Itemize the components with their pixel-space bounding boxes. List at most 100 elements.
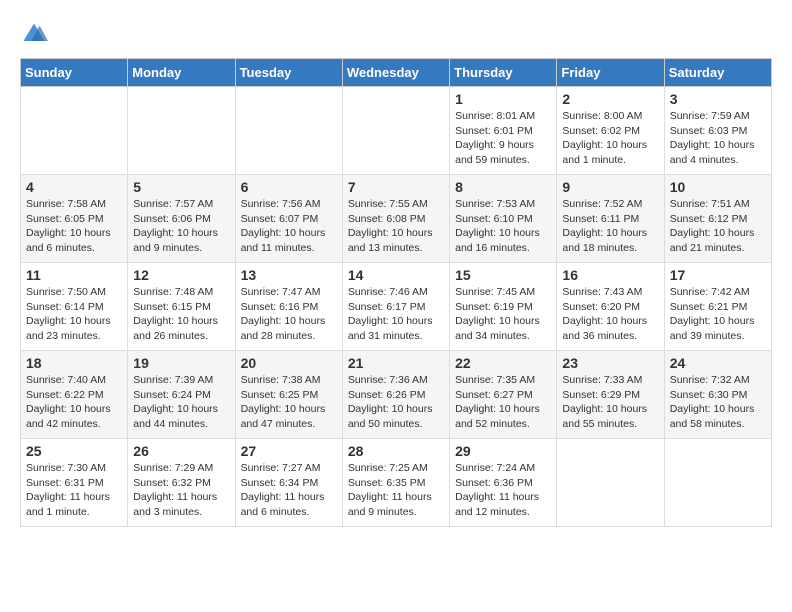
calendar-cell: 24Sunrise: 7:32 AM Sunset: 6:30 PM Dayli… [664,351,771,439]
calendar-cell: 11 Sunrise: 7:50 AM Sunset: 6:14 PM Dayli… [21,263,128,351]
calendar-cell: 22 Sunrise: 7:35 AM Sunset: 6:27 PM Dayli… [450,351,557,439]
calendar-cell: 21 Sunrise: 7:36 AM Sunset: 6:26 PM Dayli… [342,351,449,439]
day-info: Sunrise: 7:57 AM Sunset: 6:06 PM Dayligh… [133,197,229,256]
day-info: Sunrise: 7:58 AM Sunset: 6:05 PM Dayligh… [26,197,122,256]
day-number: 23 [562,355,658,371]
day-info: Sunrise: 7:47 AM Sunset: 6:16 PM Dayligh… [241,285,337,344]
day-info: Sunrise: 7:24 AM Sunset: 6:36 PM Dayligh… [455,461,551,520]
calendar-cell [342,87,449,175]
calendar-cell: 13 Sunrise: 7:47 AM Sunset: 6:16 PM Dayli… [235,263,342,351]
day-info: Sunrise: 7:30 AM Sunset: 6:31 PM Dayligh… [26,461,122,520]
day-info: Sunrise: 7:25 AM Sunset: 6:35 PM Dayligh… [348,461,444,520]
day-number: 28 [348,443,444,459]
day-info: Sunrise: 7:55 AM Sunset: 6:08 PM Dayligh… [348,197,444,256]
calendar-cell: 29 Sunrise: 7:24 AM Sunset: 6:36 PM Dayli… [450,439,557,527]
calendar-cell: 12 Sunrise: 7:48 AM Sunset: 6:15 PM Dayli… [128,263,235,351]
day-number: 18 [26,355,122,371]
day-info: Sunrise: 7:36 AM Sunset: 6:26 PM Dayligh… [348,373,444,432]
day-number: 21 [348,355,444,371]
day-number: 2 [562,91,658,107]
calendar-cell: 25 Sunrise: 7:30 AM Sunset: 6:31 PM Dayli… [21,439,128,527]
day-of-week-header: Sunday [21,59,128,87]
day-of-week-header: Tuesday [235,59,342,87]
day-of-week-header: Thursday [450,59,557,87]
calendar-header-row: SundayMondayTuesdayWednesdayThursdayFrid… [21,59,772,87]
day-number: 9 [562,179,658,195]
day-info: Sunrise: 7:33 AM Sunset: 6:29 PM Dayligh… [562,373,658,432]
day-info: Sunrise: 7:48 AM Sunset: 6:15 PM Dayligh… [133,285,229,344]
calendar-cell: 16 Sunrise: 7:43 AM Sunset: 6:20 PM Dayli… [557,263,664,351]
day-info: Sunrise: 7:43 AM Sunset: 6:20 PM Dayligh… [562,285,658,344]
day-info: Sunrise: 7:27 AM Sunset: 6:34 PM Dayligh… [241,461,337,520]
calendar-cell [21,87,128,175]
calendar-cell [557,439,664,527]
calendar-cell: 10 Sunrise: 7:51 AM Sunset: 6:12 PM Dayli… [664,175,771,263]
day-number: 4 [26,179,122,195]
day-number: 29 [455,443,551,459]
calendar-cell: 14Sunrise: 7:46 AM Sunset: 6:17 PM Dayli… [342,263,449,351]
calendar-week-row: 4 Sunrise: 7:58 AM Sunset: 6:05 PM Daylig… [21,175,772,263]
calendar-cell: 19 Sunrise: 7:39 AM Sunset: 6:24 PM Dayli… [128,351,235,439]
day-number: 10 [670,179,766,195]
logo [20,20,52,48]
calendar-cell: 28 Sunrise: 7:25 AM Sunset: 6:35 PM Dayli… [342,439,449,527]
day-number: 12 [133,267,229,283]
day-info: Sunrise: 7:40 AM Sunset: 6:22 PM Dayligh… [26,373,122,432]
day-number: 20 [241,355,337,371]
page-header [20,20,772,48]
calendar-cell [128,87,235,175]
day-number: 15 [455,267,551,283]
day-number: 16 [562,267,658,283]
calendar-week-row: 25 Sunrise: 7:30 AM Sunset: 6:31 PM Dayli… [21,439,772,527]
calendar-cell: 15 Sunrise: 7:45 AM Sunset: 6:19 PM Dayli… [450,263,557,351]
day-info: Sunrise: 7:59 AM Sunset: 6:03 PM Dayligh… [670,109,766,168]
day-number: 13 [241,267,337,283]
day-number: 11 [26,267,122,283]
day-number: 25 [26,443,122,459]
day-of-week-header: Saturday [664,59,771,87]
calendar-cell: 1 Sunrise: 8:01 AM Sunset: 6:01 PM Daylig… [450,87,557,175]
day-number: 14 [348,267,444,283]
day-of-week-header: Friday [557,59,664,87]
day-number: 6 [241,179,337,195]
day-of-week-header: Monday [128,59,235,87]
day-info: Sunrise: 7:53 AM Sunset: 6:10 PM Dayligh… [455,197,551,256]
day-number: 26 [133,443,229,459]
calendar-cell [235,87,342,175]
calendar-cell: 5 Sunrise: 7:57 AM Sunset: 6:06 PM Daylig… [128,175,235,263]
day-number: 1 [455,91,551,107]
day-number: 17 [670,267,766,283]
calendar-cell: 17Sunrise: 7:42 AM Sunset: 6:21 PM Dayli… [664,263,771,351]
day-info: Sunrise: 7:45 AM Sunset: 6:19 PM Dayligh… [455,285,551,344]
calendar-cell: 18 Sunrise: 7:40 AM Sunset: 6:22 PM Dayli… [21,351,128,439]
day-of-week-header: Wednesday [342,59,449,87]
calendar-cell: 26 Sunrise: 7:29 AM Sunset: 6:32 PM Dayli… [128,439,235,527]
day-number: 22 [455,355,551,371]
day-info: Sunrise: 7:29 AM Sunset: 6:32 PM Dayligh… [133,461,229,520]
day-number: 19 [133,355,229,371]
calendar-cell: 8Sunrise: 7:53 AM Sunset: 6:10 PM Daylig… [450,175,557,263]
calendar-week-row: 11 Sunrise: 7:50 AM Sunset: 6:14 PM Dayli… [21,263,772,351]
calendar-cell: 6 Sunrise: 7:56 AM Sunset: 6:07 PM Daylig… [235,175,342,263]
day-number: 3 [670,91,766,107]
day-number: 24 [670,355,766,371]
calendar-cell: 3 Sunrise: 7:59 AM Sunset: 6:03 PM Daylig… [664,87,771,175]
day-info: Sunrise: 8:01 AM Sunset: 6:01 PM Dayligh… [455,109,551,168]
day-info: Sunrise: 7:35 AM Sunset: 6:27 PM Dayligh… [455,373,551,432]
day-info: Sunrise: 7:50 AM Sunset: 6:14 PM Dayligh… [26,285,122,344]
calendar-cell: 27 Sunrise: 7:27 AM Sunset: 6:34 PM Dayli… [235,439,342,527]
day-info: Sunrise: 7:51 AM Sunset: 6:12 PM Dayligh… [670,197,766,256]
calendar-week-row: 18 Sunrise: 7:40 AM Sunset: 6:22 PM Dayli… [21,351,772,439]
day-info: Sunrise: 7:56 AM Sunset: 6:07 PM Dayligh… [241,197,337,256]
day-info: Sunrise: 7:39 AM Sunset: 6:24 PM Dayligh… [133,373,229,432]
calendar-week-row: 1 Sunrise: 8:01 AM Sunset: 6:01 PM Daylig… [21,87,772,175]
day-number: 5 [133,179,229,195]
day-number: 27 [241,443,337,459]
calendar-cell: 4 Sunrise: 7:58 AM Sunset: 6:05 PM Daylig… [21,175,128,263]
calendar-cell: 2Sunrise: 8:00 AM Sunset: 6:02 PM Daylig… [557,87,664,175]
calendar-cell [664,439,771,527]
day-info: Sunrise: 7:52 AM Sunset: 6:11 PM Dayligh… [562,197,658,256]
logo-icon [20,20,48,48]
day-number: 7 [348,179,444,195]
calendar-cell: 23 Sunrise: 7:33 AM Sunset: 6:29 PM Dayli… [557,351,664,439]
